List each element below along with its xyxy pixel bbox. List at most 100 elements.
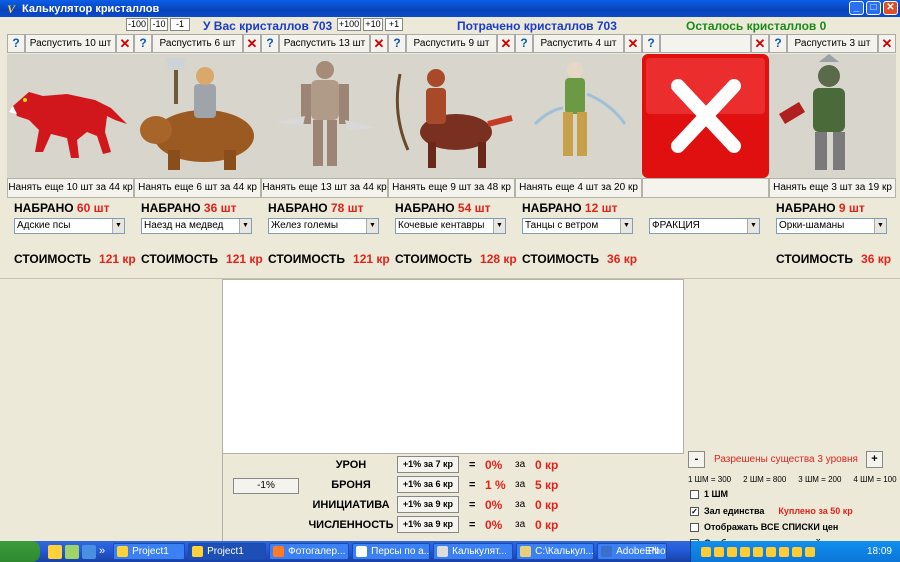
title-bar: V Калькулятор кристаллов _ □ ✕ xyxy=(0,0,900,17)
clock: 18:09 xyxy=(866,546,892,557)
unit-info-button[interactable]: ? xyxy=(388,34,406,53)
hire-more-button[interactable]: Нанять еще 10 шт за 44 кр xyxy=(7,178,134,198)
taskbar-item-calculator[interactable]: Калькулят... xyxy=(433,543,514,560)
hire-more-button[interactable]: Нанять еще 9 шт за 48 кр xyxy=(388,178,515,198)
left-panel xyxy=(8,279,222,541)
unit-type-select[interactable]: Адские псы ▼ xyxy=(14,218,125,234)
minus-1-button[interactable]: -1 xyxy=(170,18,190,31)
level-down-button[interactable]: - xyxy=(688,451,705,468)
checkbox-box[interactable] xyxy=(690,522,699,532)
chevron-right-icon[interactable]: » xyxy=(99,545,105,559)
buy-damage-button[interactable]: +1% за 7 кр xyxy=(397,456,459,473)
remove-unit-button[interactable]: ✕ xyxy=(497,34,515,53)
unit-type-select[interactable]: Кочевые кентавры ▼ xyxy=(395,218,506,234)
tray-icon[interactable] xyxy=(779,546,789,557)
checkbox-hall-of-unity[interactable]: ✓ Зал единства Куплено за 50 кр xyxy=(690,506,853,516)
dismiss-button[interactable]: Распустить 3 шт xyxy=(787,34,878,53)
remove-unit-button[interactable]: ✕ xyxy=(116,34,134,53)
tray-icon[interactable] xyxy=(701,546,711,557)
unit-portrait-iron-golem xyxy=(261,54,388,178)
browser-shortcut-icon[interactable] xyxy=(65,544,79,559)
minimize-button[interactable]: _ xyxy=(849,1,864,15)
plus-10-button[interactable]: +10 xyxy=(363,18,383,31)
app-client-area: -100 -10 -1 У Вас кристаллов 703 +100 +1… xyxy=(0,17,900,548)
dismiss-button[interactable]: Распустить 13 шт xyxy=(279,34,370,53)
buy-initiative-button[interactable]: +1% за 9 кр xyxy=(397,496,459,513)
hire-more-button[interactable]: Нанять еще 6 шт за 44 кр xyxy=(134,178,261,198)
checkbox-all-price-lists[interactable]: Отображать ВСЕ СПИСКИ цен xyxy=(690,522,838,532)
start-button[interactable] xyxy=(0,541,40,562)
dismiss-button[interactable]: Распустить 9 шт xyxy=(406,34,497,53)
plus-100-button[interactable]: +100 xyxy=(337,18,361,31)
tray-icon[interactable] xyxy=(714,546,724,557)
hire-more-button[interactable] xyxy=(642,178,769,198)
bonus-row-initiative: ИНИЦИАТИВА +1% за 9 кр = 0% за 0 кр xyxy=(312,496,559,513)
hire-more-button[interactable]: Нанять еще 3 шт за 19 кр xyxy=(769,178,896,198)
bonus-cost: 5 кр xyxy=(535,478,559,492)
level-selector: - Разрешены существа 3 уровня + xyxy=(688,449,884,469)
language-indicator[interactable]: EN xyxy=(645,546,659,557)
unit-type-select[interactable]: Орки-шаманы ▼ xyxy=(776,218,887,234)
unit-type-select[interactable]: Наезд на медвед ▼ xyxy=(141,218,252,234)
taskbar-item-project1[interactable]: Project1 xyxy=(113,543,186,560)
unit-portrait-bear-rider xyxy=(134,54,261,178)
dismiss-button[interactable]: Распустить 4 шт xyxy=(533,34,624,53)
chevron-down-icon: ▼ xyxy=(620,219,632,233)
remove-unit-button[interactable]: ✕ xyxy=(878,34,896,53)
tray-icon[interactable] xyxy=(740,546,750,557)
hire-more-button[interactable]: Нанять еще 13 шт за 44 кр xyxy=(261,178,388,198)
unit-info-button[interactable]: ? xyxy=(261,34,279,53)
unit-cost: СТОИМОСТЬ 121 кр xyxy=(268,252,390,266)
taskbar-item-project1-active[interactable]: Project1 xyxy=(188,543,267,560)
unit-type-select[interactable]: Танцы с ветром ▼ xyxy=(522,218,633,234)
bonus-percent: 1 % xyxy=(485,478,506,492)
chevron-down-icon: ▼ xyxy=(366,219,378,233)
window-icon xyxy=(437,546,449,557)
minus-100-button[interactable]: -100 xyxy=(126,18,148,31)
tray-icon[interactable] xyxy=(805,546,815,557)
dismiss-button[interactable]: Распустить 10 шт xyxy=(25,34,116,53)
dismiss-button[interactable] xyxy=(660,34,751,53)
checkbox-1shm[interactable]: 1 ШМ xyxy=(690,489,728,499)
taskbar-item-folder[interactable]: C:\Калькул... xyxy=(516,543,595,560)
tray-icon[interactable] xyxy=(792,546,802,557)
unit-cost: СТОИМОСТЬ 36 кр xyxy=(522,252,638,266)
remove-unit-button[interactable]: ✕ xyxy=(624,34,642,53)
faction-select[interactable]: ФРАКЦИЯ ▼ xyxy=(649,218,760,234)
dismiss-button[interactable]: Распустить 6 шт xyxy=(152,34,243,53)
hire-more-button[interactable]: Нанять еще 4 шт за 20 кр xyxy=(515,178,642,198)
app-shortcut-icon[interactable] xyxy=(48,544,62,559)
unit-info-button[interactable]: ? xyxy=(515,34,533,53)
level-up-button[interactable]: + xyxy=(866,451,883,468)
remove-unit-button[interactable]: ✕ xyxy=(370,34,388,53)
checkbox-box[interactable] xyxy=(690,489,699,499)
unit-column-bear-riders: ? Распустить 6 шт ✕ Нанять еще 6 шт за 4… xyxy=(134,34,263,280)
recruited-count: НАБРАНО 9 шт xyxy=(776,201,865,215)
unit-info-button[interactable]: ? xyxy=(769,34,787,53)
bonus-row-armor: БРОНЯ +1% за 6 кр = 1 % за 5 кр xyxy=(331,476,559,493)
unit-column-iron-golems: ? Распустить 13 шт ✕ Нанять еще 13 шт за… xyxy=(261,34,390,280)
maximize-button[interactable]: □ xyxy=(866,1,881,15)
close-window-button[interactable]: ✕ xyxy=(883,1,898,15)
tray-icon[interactable] xyxy=(766,546,776,557)
checkmark-icon[interactable]: ✓ xyxy=(690,506,699,516)
unit-info-button[interactable]: ? xyxy=(134,34,152,53)
tray-icon[interactable] xyxy=(727,546,737,557)
folder-icon xyxy=(520,546,532,557)
minus-10-button[interactable]: -10 xyxy=(150,18,168,31)
desktop-shortcut-icon[interactable] xyxy=(82,544,96,559)
taskbar-item-photo-gallery[interactable]: Фотогалер... xyxy=(269,543,350,560)
buy-armor-button[interactable]: +1% за 6 кр xyxy=(397,476,459,493)
system-tray: EN 18:09 xyxy=(645,541,900,562)
taskbar-item-persons[interactable]: Персы по а... xyxy=(352,543,431,560)
remove-unit-button[interactable]: ✕ xyxy=(243,34,261,53)
unit-info-button[interactable]: ? xyxy=(7,34,25,53)
recruited-count: НАБРАНО 78 шт xyxy=(268,201,364,215)
unit-info-button[interactable]: ? xyxy=(642,34,660,53)
window-title: Калькулятор кристаллов xyxy=(22,2,160,15)
tray-icon[interactable] xyxy=(753,546,763,557)
unit-type-select[interactable]: Желез големы ▼ xyxy=(268,218,379,234)
buy-numbers-button[interactable]: +1% за 9 кр xyxy=(397,516,459,533)
plus-1-button[interactable]: +1 xyxy=(385,18,403,31)
remove-unit-button[interactable]: ✕ xyxy=(751,34,769,53)
